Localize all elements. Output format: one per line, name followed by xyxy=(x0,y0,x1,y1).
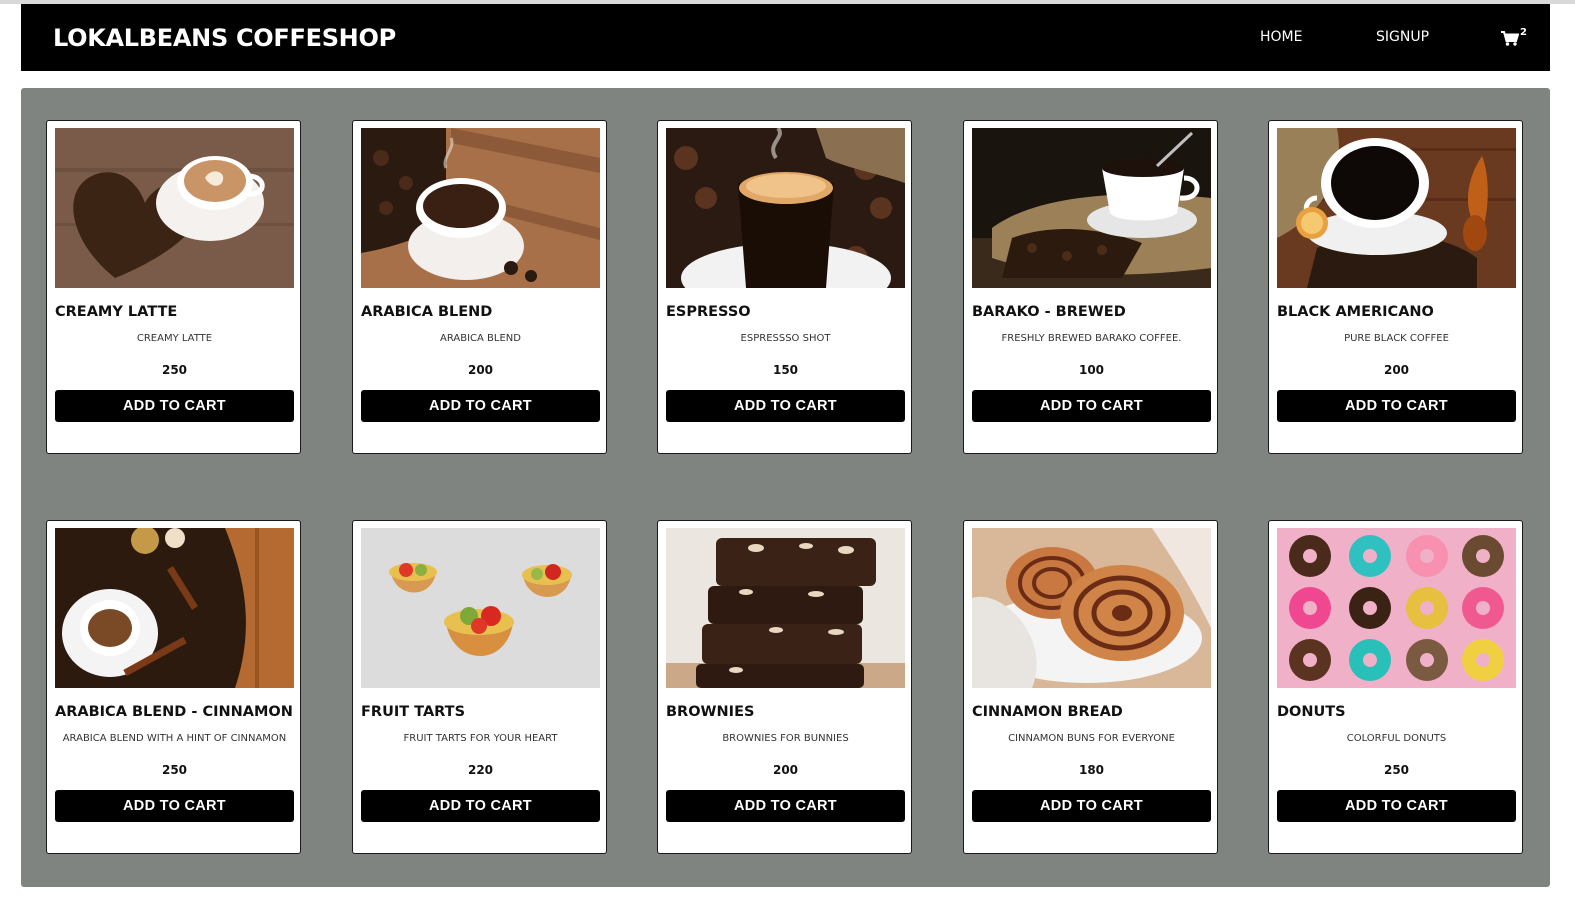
product-name: CINNAMON BREAD xyxy=(972,704,1123,720)
product-description: ARABICA BLEND xyxy=(440,333,521,344)
cart-button[interactable]: 2 xyxy=(1501,27,1531,48)
product-image-cinnamon-coffee xyxy=(55,528,294,688)
product-price: 180 xyxy=(1078,763,1105,777)
product-description: CINNAMON BUNS FOR EVERYONE xyxy=(1008,733,1175,744)
product-card: BARAKO - BREWED FRESHLY BREWED BARAKO CO… xyxy=(963,120,1218,454)
product-image-brownies xyxy=(666,528,905,688)
product-card: CREAMY LATTE CREAMY LATTE 250 ADD TO CAR… xyxy=(46,120,301,454)
product-name: BARAKO - BREWED xyxy=(972,304,1126,320)
product-price: 250 xyxy=(1383,763,1410,777)
product-grid: CREAMY LATTE CREAMY LATTE 250 ADD TO CAR… xyxy=(21,88,1550,887)
product-name: ARABICA BLEND xyxy=(361,304,493,320)
add-to-cart-button[interactable]: ADD TO CART xyxy=(666,790,905,822)
product-image-latte xyxy=(55,128,294,288)
add-to-cart-button[interactable]: ADD TO CART xyxy=(55,390,294,422)
product-card: ARABICA BLEND - CINNAMON ARABICA BLEND W… xyxy=(46,520,301,854)
product-image-fruit-tarts xyxy=(361,528,600,688)
product-card: CINNAMON BREAD CINNAMON BUNS FOR EVERYON… xyxy=(963,520,1218,854)
product-image-arabica xyxy=(361,128,600,288)
nav-home-link[interactable]: HOME xyxy=(1260,29,1302,45)
add-to-cart-button[interactable]: ADD TO CART xyxy=(1277,790,1516,822)
add-to-cart-button[interactable]: ADD TO CART xyxy=(361,390,600,422)
product-card: DONUTS COLORFUL DONUTS 250 ADD TO CART xyxy=(1268,520,1523,854)
product-price: 200 xyxy=(467,363,494,377)
product-card: BROWNIES BROWNIES FOR BUNNIES 200 ADD TO… xyxy=(657,520,912,854)
product-description: ESPRESSSO SHOT xyxy=(740,333,831,344)
add-to-cart-button[interactable]: ADD TO CART xyxy=(666,390,905,422)
product-price: 200 xyxy=(772,763,799,777)
product-card: ARABICA BLEND ARABICA BLEND 200 ADD TO C… xyxy=(352,120,607,454)
navbar: LOKALBEANS COFFESHOP HOME SIGNUP 2 xyxy=(21,4,1550,71)
add-to-cart-button[interactable]: ADD TO CART xyxy=(972,790,1211,822)
product-price: 220 xyxy=(467,763,494,777)
shopping-cart-icon xyxy=(1501,31,1519,46)
add-to-cart-button[interactable]: ADD TO CART xyxy=(1277,390,1516,422)
product-price: 150 xyxy=(772,363,799,377)
brand-logo[interactable]: LOKALBEANS COFFESHOP xyxy=(53,24,396,52)
product-name: CREAMY LATTE xyxy=(55,304,178,320)
product-price: 250 xyxy=(161,363,188,377)
product-price: 200 xyxy=(1383,363,1410,377)
add-to-cart-button[interactable]: ADD TO CART xyxy=(972,390,1211,422)
product-name: FRUIT TARTS xyxy=(361,704,466,720)
product-description: FRESHLY BREWED BARAKO COFFEE. xyxy=(1001,333,1182,344)
product-description: ARABICA BLEND WITH A HINT OF CINNAMON xyxy=(62,733,287,744)
product-name: BLACK AMERICANO xyxy=(1277,304,1434,320)
product-name: DONUTS xyxy=(1277,704,1346,720)
product-description: FRUIT TARTS FOR YOUR HEART xyxy=(403,733,558,744)
product-name: ESPRESSO xyxy=(666,304,751,320)
product-card: FRUIT TARTS FRUIT TARTS FOR YOUR HEART 2… xyxy=(352,520,607,854)
product-description: COLORFUL DONUTS xyxy=(1346,733,1447,744)
product-description: BROWNIES FOR BUNNIES xyxy=(722,733,849,744)
product-image-barako xyxy=(972,128,1211,288)
nav-signup-link[interactable]: SIGNUP xyxy=(1376,29,1429,45)
product-name: BROWNIES xyxy=(666,704,755,720)
product-image-americano xyxy=(1277,128,1516,288)
product-price: 100 xyxy=(1078,363,1105,377)
product-card: BLACK AMERICANO PURE BLACK COFFEE 200 AD… xyxy=(1268,120,1523,454)
product-image-cinnamon-buns xyxy=(972,528,1211,688)
product-card: ESPRESSO ESPRESSSO SHOT 150 ADD TO CART xyxy=(657,120,912,454)
add-to-cart-button[interactable]: ADD TO CART xyxy=(361,790,600,822)
cart-count-badge: 2 xyxy=(1520,27,1527,38)
product-name: ARABICA BLEND - CINNAMON xyxy=(55,704,293,720)
product-image-espresso xyxy=(666,128,905,288)
product-description: PURE BLACK COFFEE xyxy=(1344,333,1449,344)
product-price: 250 xyxy=(161,763,188,777)
add-to-cart-button[interactable]: ADD TO CART xyxy=(55,790,294,822)
product-description: CREAMY LATTE xyxy=(136,333,213,344)
product-image-donuts xyxy=(1277,528,1516,688)
